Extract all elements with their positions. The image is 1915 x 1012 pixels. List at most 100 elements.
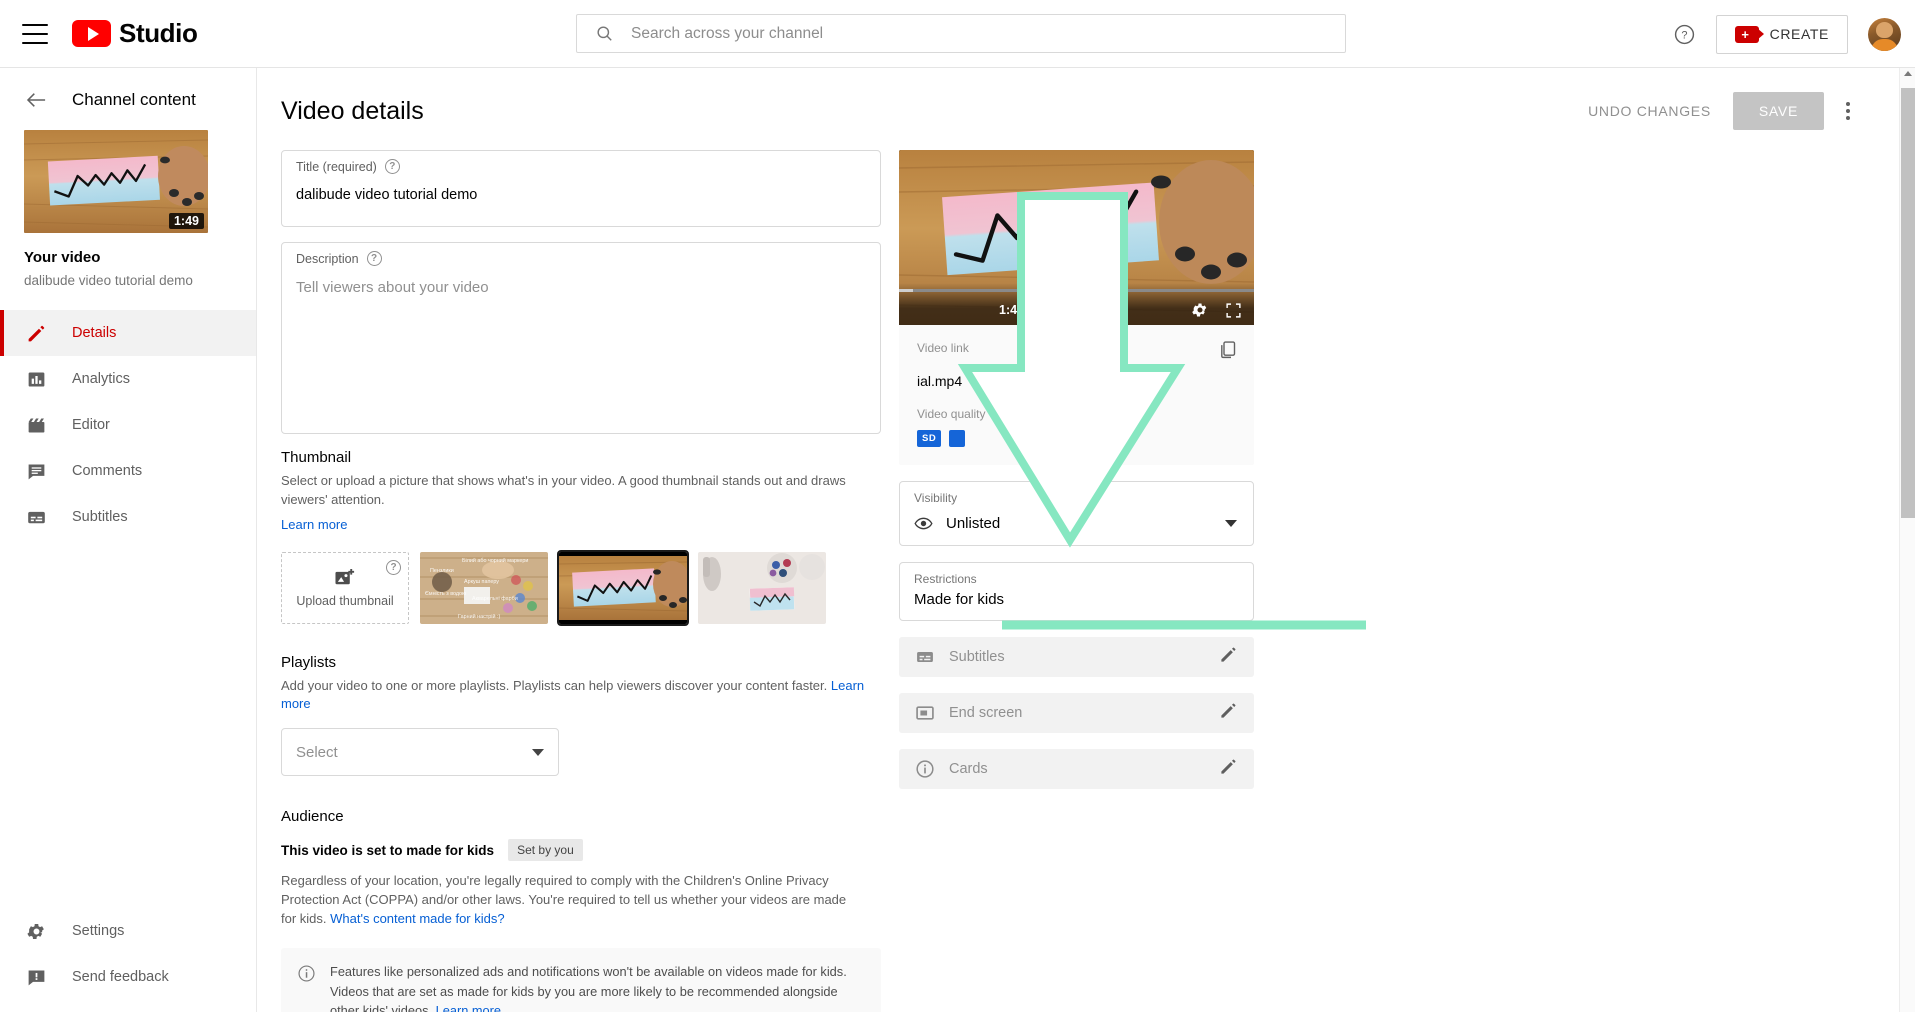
undo-changes-button[interactable]: UNDO CHANGES — [1576, 93, 1723, 129]
search-box[interactable] — [576, 14, 1346, 53]
cards-row-label: Cards — [949, 761, 988, 777]
details-columns: Title (required) ? dalibude video tutori… — [257, 130, 1902, 1012]
playlists-description-text: Add your video to one or more playlists.… — [281, 678, 827, 693]
visibility-field[interactable]: Visibility Unlisted — [899, 481, 1254, 546]
thumbnail-options: ? Upload thumbnail — [281, 552, 881, 624]
help-circle-icon[interactable]: ? — [367, 251, 382, 266]
avatar[interactable] — [1868, 18, 1901, 51]
feedback-icon — [0, 967, 72, 988]
video-player[interactable]: 1:49 — [899, 150, 1254, 325]
subtitles-row[interactable]: Subtitles — [899, 637, 1254, 677]
audience-status-text: This video is set to made for kids — [281, 843, 494, 858]
kebab-menu-icon[interactable] — [1834, 96, 1862, 126]
end-screen-icon — [915, 703, 935, 723]
description-field-label: Description — [296, 252, 359, 266]
visibility-label: Visibility — [914, 491, 1239, 505]
subtitles-icon — [0, 507, 72, 528]
video-filename: ial.mp4 — [917, 373, 1236, 389]
thumbnail-description: Select or upload a picture that shows wh… — [281, 472, 881, 510]
youtube-play-icon — [72, 20, 111, 47]
info-box-learn-more-link[interactable]: Learn more — [436, 1003, 501, 1012]
page-title: Video details — [281, 97, 424, 126]
visibility-value-row: Unlisted — [914, 514, 1239, 533]
video-link-label: Video link — [917, 341, 1236, 355]
sidebar: Channel content — [0, 68, 257, 1012]
quality-badge-secondary — [949, 430, 965, 447]
studio-logo[interactable]: Studio — [72, 18, 197, 49]
restrictions-value: Made for kids — [914, 591, 1239, 608]
audience-status-row: This video is set to made for kids Set b… — [281, 839, 881, 861]
scroll-up-icon[interactable] — [1904, 71, 1912, 76]
playlist-select-placeholder: Select — [296, 744, 338, 761]
end-screen-row[interactable]: End screen — [899, 693, 1254, 733]
thumbnail-option-3[interactable] — [698, 552, 826, 624]
info-box-text: Features like personalized ads and notif… — [330, 962, 865, 1012]
gear-icon — [0, 921, 72, 942]
thumbnail-learn-more-link[interactable]: Learn more — [281, 517, 347, 532]
top-bar: Studio ? + CREATE — [0, 0, 1915, 68]
scrollbar-thumb[interactable] — [1901, 88, 1915, 518]
sidebar-item-details[interactable]: Details — [0, 310, 256, 356]
subtitles-row-label: Subtitles — [949, 649, 1005, 665]
thumbnail-option-1[interactable]: Білий або чорний маркери Пензлики Аркуш … — [420, 552, 548, 624]
your-video-title: dalibude video tutorial demo — [24, 273, 232, 288]
end-screen-row-label: End screen — [949, 705, 1022, 721]
top-bar-actions: ? + CREATE — [1673, 0, 1901, 68]
coppa-text: Regardless of your location, you're lega… — [281, 872, 856, 929]
restrictions-field[interactable]: Restrictions Made for kids — [899, 562, 1254, 621]
info-box-body: Features like personalized ads and notif… — [330, 964, 847, 1012]
sidebar-video-thumbnail[interactable]: 1:49 — [24, 130, 208, 233]
page-header: Video details UNDO CHANGES SAVE — [257, 68, 1902, 130]
title-field-value: dalibude video tutorial demo — [296, 187, 866, 203]
brand-label: Studio — [119, 18, 197, 49]
sidebar-item-analytics[interactable]: Analytics — [0, 356, 256, 402]
title-field[interactable]: Title (required) ? dalibude video tutori… — [281, 150, 881, 227]
info-circle-icon — [915, 759, 935, 779]
vertical-scrollbar[interactable] — [1899, 68, 1915, 1012]
sidebar-item-editor[interactable]: Editor — [0, 402, 256, 448]
comment-icon — [0, 461, 72, 482]
thumbnail-option-2-selected[interactable] — [559, 552, 687, 624]
copy-icon[interactable] — [1217, 339, 1238, 365]
search-icon — [595, 24, 614, 43]
gear-icon[interactable] — [1191, 301, 1209, 319]
playlists-heading: Playlists — [281, 654, 881, 671]
sidebar-item-settings[interactable]: Settings — [0, 908, 256, 954]
hamburger-menu-icon[interactable] — [22, 24, 48, 44]
create-button[interactable]: + CREATE — [1716, 15, 1848, 54]
upload-thumbnail-button[interactable]: ? Upload thumbnail — [281, 552, 409, 624]
video-camera-plus-icon: + — [1735, 26, 1759, 43]
sidebar-item-comments[interactable]: Comments — [0, 448, 256, 494]
player-progress-bar[interactable] — [899, 289, 1254, 292]
video-duration-badge: 1:49 — [169, 213, 204, 229]
coppa-info-box: Features like personalized ads and notif… — [281, 948, 881, 1012]
pencil-icon — [0, 323, 72, 344]
video-quality-label: Video quality — [917, 407, 1236, 421]
search-input[interactable] — [631, 25, 1345, 43]
video-quality-row: SD — [917, 430, 1236, 447]
chevron-down-icon[interactable] — [1225, 520, 1237, 527]
coppa-link[interactable]: What's content made for kids? — [330, 911, 504, 926]
arrow-left-icon — [26, 91, 48, 109]
svg-text:?: ? — [1681, 29, 1687, 41]
svg-text:Ємність з водою: Ємність з водою — [425, 591, 466, 597]
video-meta: Video link ial.mp4 Video quality SD — [899, 325, 1254, 465]
help-circle-icon[interactable]: ? — [386, 560, 401, 575]
sidebar-item-subtitles[interactable]: Subtitles — [0, 494, 256, 540]
help-circle-icon[interactable]: ? — [385, 159, 400, 174]
description-field[interactable]: Description ? Tell viewers about your vi… — [281, 242, 881, 434]
right-column: 1:49 — [899, 150, 1254, 1012]
left-column: Title (required) ? dalibude video tutori… — [281, 150, 881, 1012]
help-circle-icon[interactable]: ? — [1673, 23, 1696, 46]
cards-row[interactable]: Cards — [899, 749, 1254, 789]
pencil-icon[interactable] — [1219, 645, 1238, 669]
title-field-label: Title (required) — [296, 160, 377, 174]
playlist-select[interactable]: Select — [281, 728, 559, 776]
info-circle-icon — [297, 964, 316, 988]
save-button[interactable]: SAVE — [1733, 92, 1824, 130]
sidebar-item-send-feedback[interactable]: Send feedback — [0, 954, 256, 1000]
pencil-icon[interactable] — [1219, 701, 1238, 725]
pencil-icon[interactable] — [1219, 757, 1238, 781]
back-to-channel-content[interactable]: Channel content — [0, 68, 256, 126]
fullscreen-icon[interactable] — [1225, 302, 1242, 319]
